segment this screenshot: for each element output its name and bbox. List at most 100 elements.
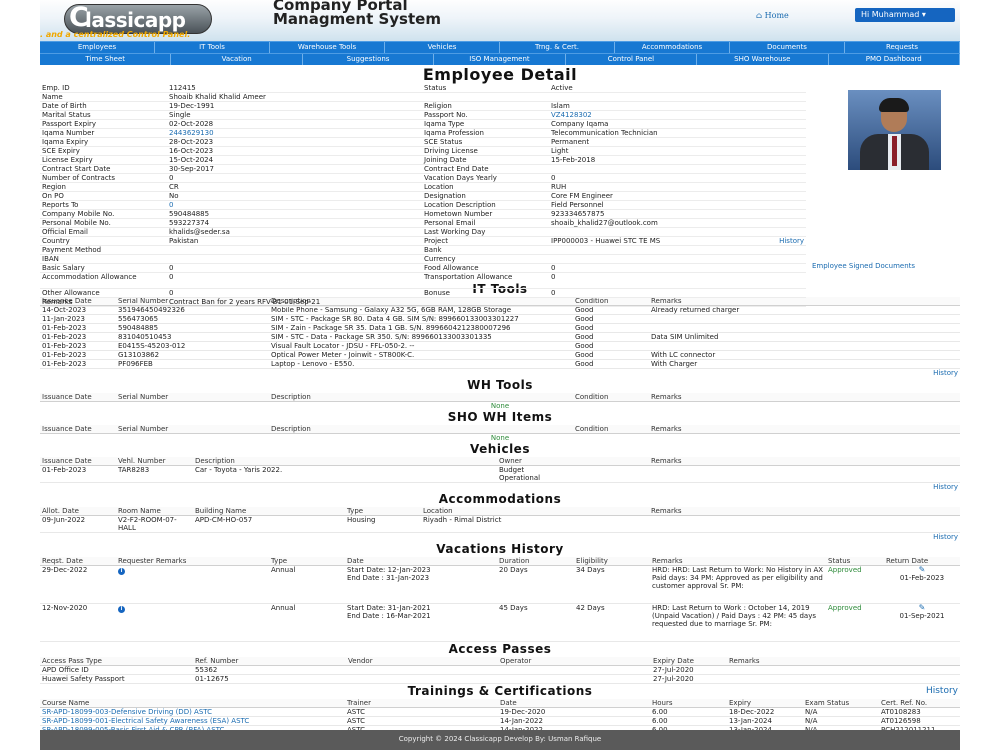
detail-value <box>549 164 806 174</box>
logo-text: lassicapp <box>85 8 186 32</box>
table-row: Huawei Safety Passport 01-12675 27-Jul-202… <box>40 674 960 684</box>
nav-item[interactable]: Vacation <box>171 54 303 65</box>
table-cell: 09-Jun-2022 <box>40 515 116 533</box>
detail-label: Transportation Allowance <box>422 272 549 289</box>
column-header: Hours <box>650 699 727 708</box>
column-header: Expiry Date <box>651 657 727 666</box>
table-cell[interactable]: SR-APD-18099-001-Electrical Safety Aware… <box>40 716 345 726</box>
detail-value <box>549 92 806 102</box>
table-cell: APD Office ID <box>40 665 193 675</box>
detail-label: Marital Status <box>40 110 167 120</box>
nav-item[interactable]: Vehicles <box>385 42 500 53</box>
detail-label <box>422 92 549 102</box>
detail-value[interactable]: 2443629130 <box>167 128 422 138</box>
edit-icon[interactable]: ✎ <box>886 604 958 612</box>
info-icon[interactable]: i <box>118 568 125 575</box>
nav-item[interactable]: Warehouse Tools <box>270 42 385 53</box>
column-header: Reqst. Date <box>40 557 116 566</box>
table-cell: 55362 <box>193 665 346 675</box>
request-date: 12-Nov-2020 <box>40 603 116 642</box>
detail-label: Vacation Days Yearly <box>422 173 549 183</box>
nav-item[interactable]: SHO Warehouse <box>697 54 829 65</box>
info-icon[interactable]: i <box>118 606 125 613</box>
nav-item[interactable]: Documents <box>730 42 845 53</box>
column-header: Description <box>193 457 497 466</box>
nav-item[interactable]: PMO Dashboard <box>829 54 960 65</box>
detail-row: Emp. ID 112415 Status Active <box>40 84 806 93</box>
column-header: Duration <box>497 557 574 566</box>
table-cell: 01-Feb-2023 <box>40 323 116 333</box>
user-menu-button[interactable]: Hi Muhammad ▾ <box>855 8 955 22</box>
nav-item[interactable]: Accommodations <box>615 42 730 53</box>
vacation-remarks: HRD: HRD: Last Return to Work: No Histor… <box>650 565 826 604</box>
nav-item[interactable]: ISO Management <box>434 54 566 65</box>
column-header: Eligibility <box>574 557 650 566</box>
detail-row: Personal Mobile No. 593227374 Personal Ema… <box>40 218 806 228</box>
it-tools-history-link[interactable]: History <box>40 369 960 378</box>
table-cell: V2-F2-ROOM-07-HALL <box>116 515 193 533</box>
nav-item[interactable]: Employees <box>40 42 155 53</box>
detail-value: Contract Ban for 2 years RFV-B1 01-Sep-2… <box>167 297 422 307</box>
table-cell[interactable]: SR-APD-18099-003-Defensive Driving (DD) … <box>40 707 345 717</box>
detail-label: Country <box>40 236 167 246</box>
nav-item[interactable]: Time Sheet <box>40 54 172 65</box>
detail-row: Accommodation Allowance 0 Transportation A… <box>40 272 806 289</box>
detail-label: IBAN <box>40 254 167 264</box>
detail-value[interactable]: 0 <box>167 200 422 210</box>
table-row: SR-APD-18099-003-Defensive Driving (DD) … <box>40 707 960 717</box>
table-row: 01-Feb-2023 G13103862 Optical Power Meter … <box>40 350 960 360</box>
column-header: Room Name <box>116 507 193 516</box>
detail-row: Date of Birth 19-Dec-1991 Religion Islam <box>40 101 806 111</box>
column-header: Expiry <box>727 699 803 708</box>
vacation-dates: Start Date: 31-Jan-2021 End Date : 16-Mar… <box>345 603 497 642</box>
table-cell: ASTC <box>345 707 498 717</box>
detail-value: No <box>167 191 422 201</box>
app-title-line2: Managment System <box>273 10 441 28</box>
table-row: 01-Feb-2023 590484885 SIM - Zain - Package… <box>40 323 960 333</box>
home-link[interactable]: ⌂ Home <box>756 11 789 20</box>
column-header: Type <box>345 507 421 516</box>
table-cell <box>498 665 651 675</box>
table-cell <box>498 674 651 684</box>
detail-label: Bonuse <box>422 288 549 298</box>
nav-item[interactable]: Suggestions <box>303 54 435 65</box>
end-date: End Date : 31-Jan-2023 <box>347 574 430 582</box>
nav-item[interactable]: Requests <box>845 42 960 53</box>
vehicles-title: Vehicles <box>470 442 530 456</box>
table-cell: 14-Jan-2022 <box>498 716 650 726</box>
accommodations-history-link[interactable]: History <box>40 533 960 542</box>
edit-icon[interactable]: ✎ <box>886 566 958 574</box>
requester-remarks: i <box>116 565 269 604</box>
return-date-cell: ✎ 01-Sep-2021 <box>884 603 960 642</box>
column-header: Remarks <box>649 507 960 516</box>
detail-label: Location <box>422 182 549 192</box>
nav-item[interactable]: IT Tools <box>155 42 270 53</box>
detail-label: Status <box>422 84 549 93</box>
employee-signed-documents-link[interactable]: Employee Signed Documents <box>812 262 915 270</box>
project-history-link[interactable]: History <box>779 237 804 245</box>
trainings-title: Trainings & Certifications <box>407 684 593 698</box>
detail-value: Active <box>549 84 806 93</box>
table-cell: Good <box>573 314 649 324</box>
column-header: Date <box>498 699 650 708</box>
column-header: Type <box>269 557 345 566</box>
table-cell: N/A <box>803 716 879 726</box>
nav-item[interactable]: Control Panel <box>566 54 698 65</box>
detail-row: Country Pakistan Project IPP000003 - Huawei… <box>40 236 806 246</box>
trainings-history-link[interactable]: History <box>926 686 958 696</box>
detail-value <box>167 245 422 255</box>
photo-tie <box>892 136 897 166</box>
table-cell: With LC connector <box>649 350 960 360</box>
column-header: Operator <box>498 657 651 666</box>
detail-value[interactable]: VZ4128302 <box>549 110 806 120</box>
column-header: Requester Remarks <box>116 557 269 566</box>
detail-row: Name Shoaib Khalid Khalid Ameer <box>40 92 806 102</box>
detail-row: Iqama Number 2443629130 Iqama Profession Te… <box>40 128 806 138</box>
table-cell: 01-12675 <box>193 674 346 684</box>
end-date: End Date : 16-Mar-2021 <box>347 612 431 620</box>
return-date: 01-Sep-2021 <box>899 612 945 620</box>
detail-label: License Expiry <box>40 155 167 165</box>
detail-value: khalids@seder.sa <box>167 227 422 237</box>
nav-item[interactable]: Trng. & Cert. <box>500 42 615 53</box>
vehicles-history-link[interactable]: History <box>40 483 960 492</box>
